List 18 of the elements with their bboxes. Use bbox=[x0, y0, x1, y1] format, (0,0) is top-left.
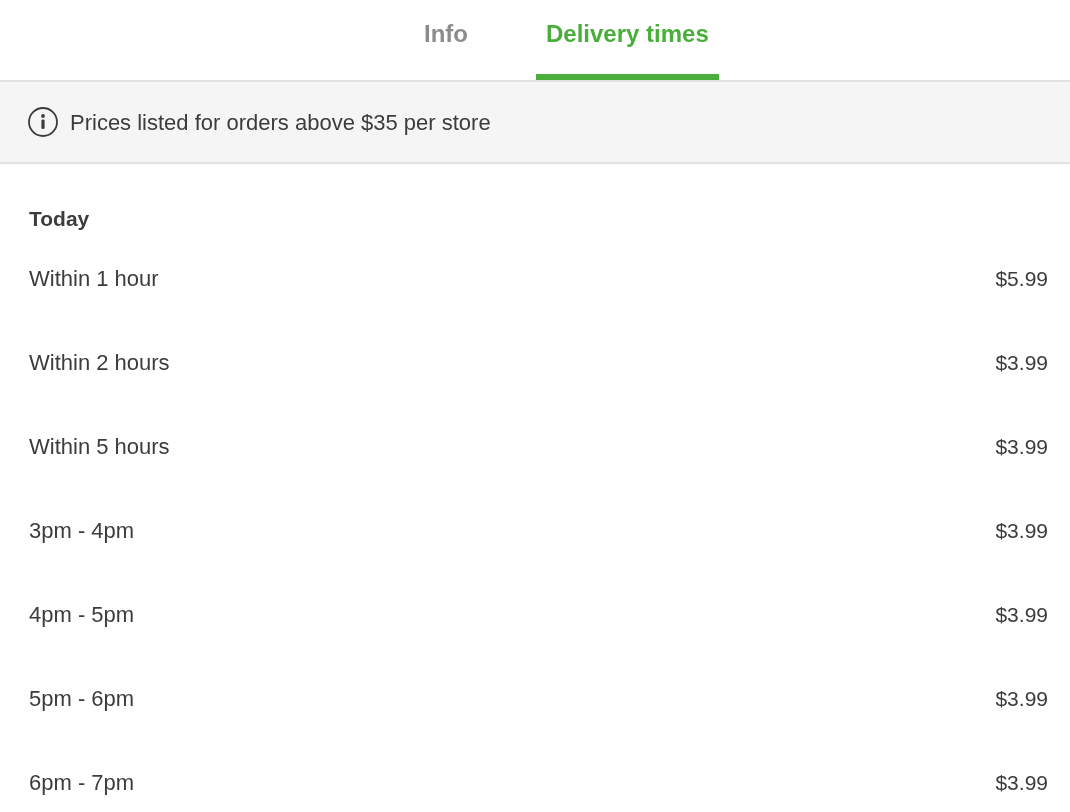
delivery-slot-price: $3.99 bbox=[995, 518, 1048, 544]
tab[interactable]: Info bbox=[414, 0, 478, 80]
delivery-slot-price: $3.99 bbox=[995, 434, 1048, 460]
delivery-slot-time: 5pm - 6pm bbox=[29, 685, 135, 713]
notice-text: Prices listed for orders above $35 per store bbox=[70, 108, 491, 137]
delivery-slot-price: $3.99 bbox=[995, 602, 1048, 628]
delivery-slot-time: 4pm - 5pm bbox=[29, 601, 135, 629]
delivery-slot-time: Within 5 hours bbox=[29, 433, 170, 461]
info-icon bbox=[28, 107, 58, 137]
delivery-slot-price: $3.99 bbox=[995, 770, 1048, 796]
delivery-slot-time: Within 2 hours bbox=[29, 349, 170, 377]
day-heading: Today bbox=[29, 206, 90, 232]
delivery-slot-time: Within 1 hour bbox=[29, 265, 159, 293]
delivery-slot-time: 6pm - 7pm bbox=[29, 769, 135, 797]
delivery-slot-price: $3.99 bbox=[995, 686, 1048, 712]
delivery-slot-price: $3.99 bbox=[995, 350, 1048, 376]
delivery-slot-time: 3pm - 4pm bbox=[29, 517, 135, 545]
delivery-slot-price: $5.99 bbox=[995, 266, 1048, 292]
